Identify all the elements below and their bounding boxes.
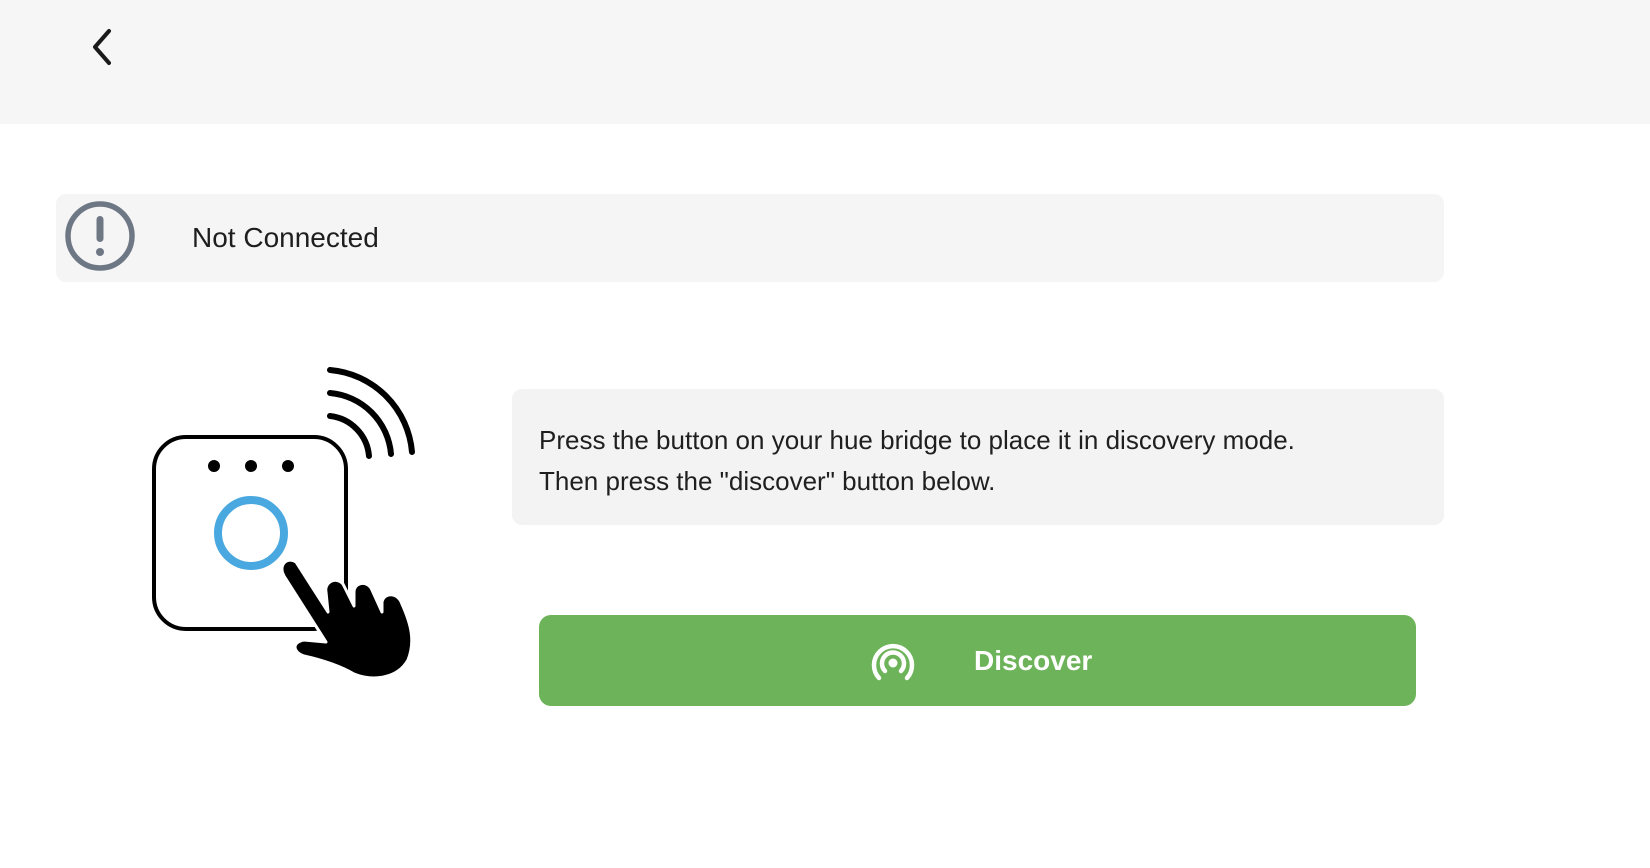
hue-bridge-press-icon [152,367,415,680]
exclamation-circle-icon [65,201,135,271]
connection-status-text: Not Connected [192,222,379,253]
instructions-line-2: Then press the "discover" button below. [539,466,996,496]
discover-button[interactable]: Discover [539,615,1416,706]
instructions-panel: Press the button on your hue bridge to p… [512,389,1444,525]
broadcast-icon [871,643,915,681]
back-button[interactable] [82,22,122,72]
discover-button-label: Discover [974,645,1093,676]
top-navigation-bar [0,0,1650,124]
instructions-line-1: Press the button on your hue bridge to p… [539,425,1295,455]
chevron-left-icon [93,29,111,65]
connection-status-banner: Not Connected [56,194,1444,282]
